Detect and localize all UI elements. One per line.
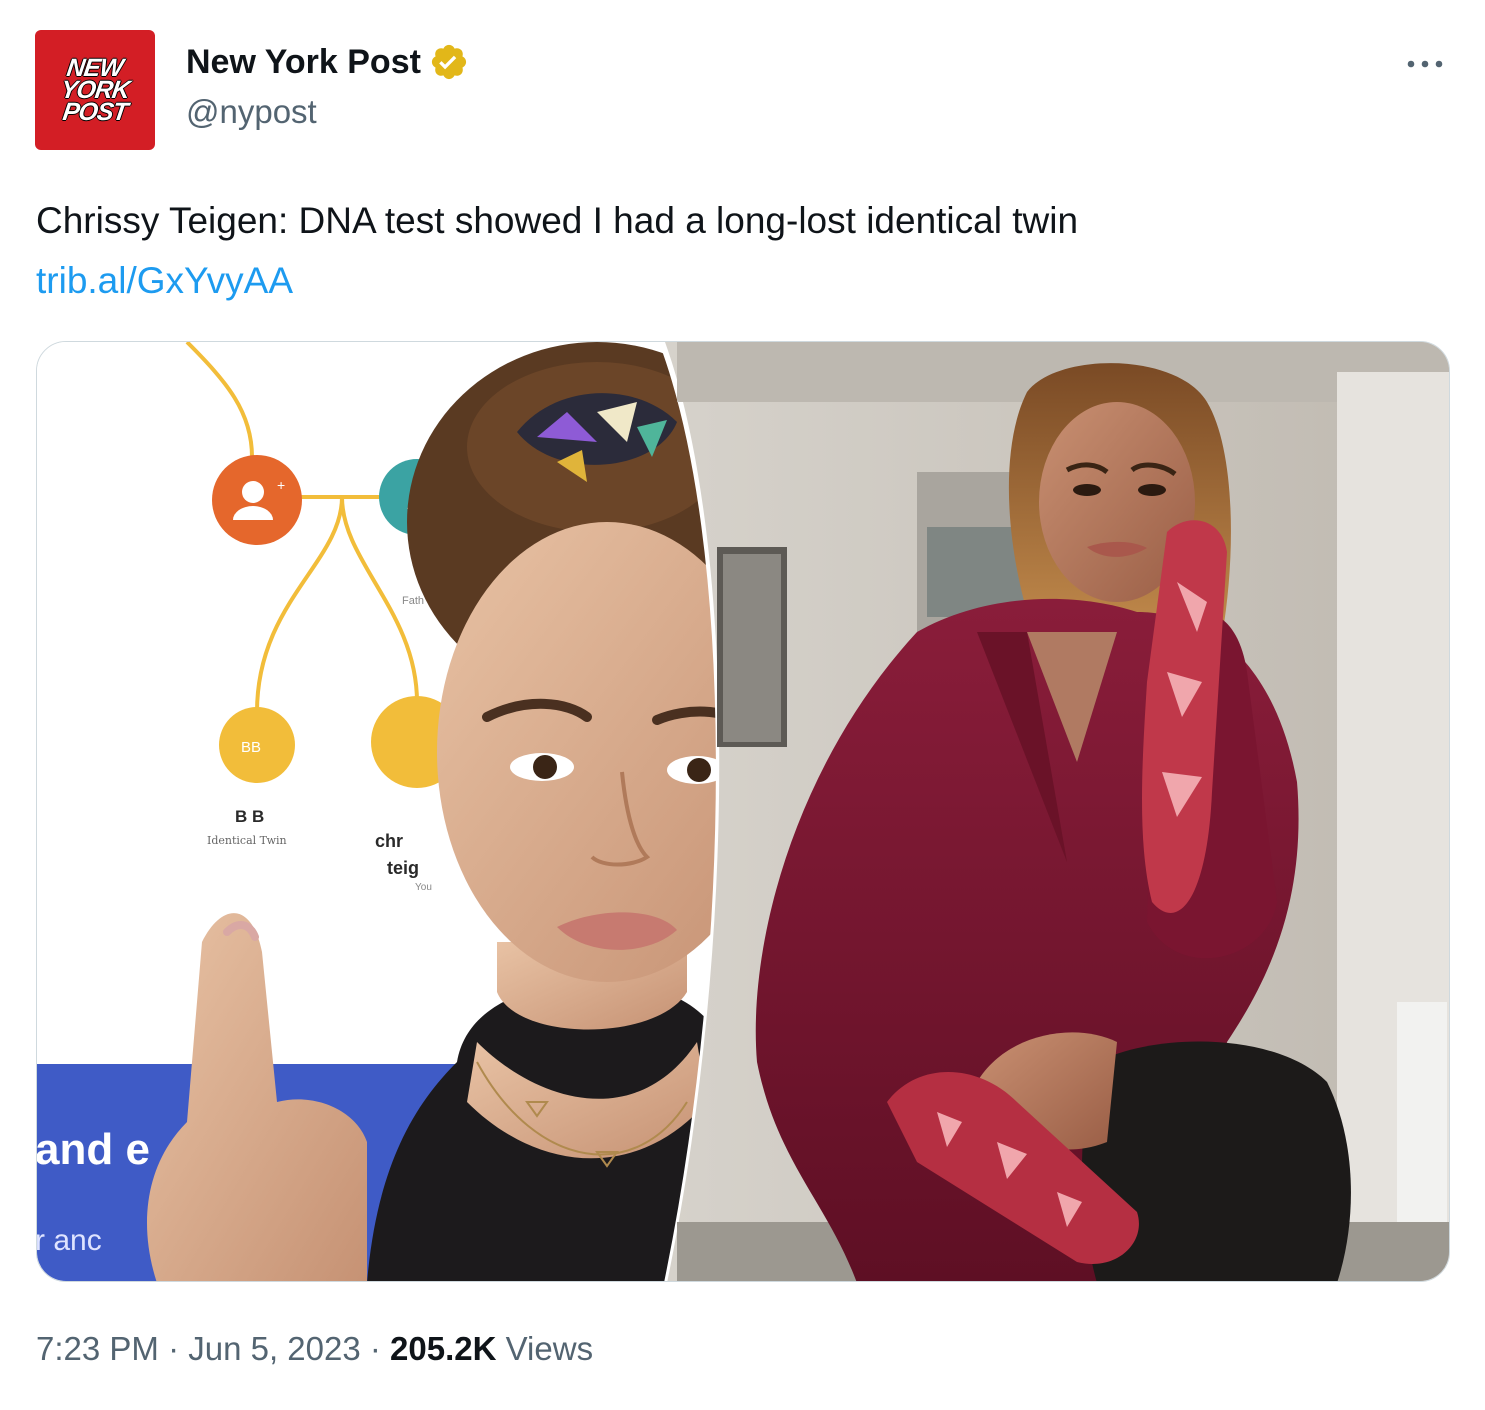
right-photo (665, 342, 1449, 1281)
svg-text:You: You (415, 882, 432, 893)
tweet-media[interactable]: + A Fath BB B B Identical Twin chr teig … (36, 341, 1450, 1282)
tweet-link[interactable]: trib.al/GxYvyAA (36, 258, 293, 304)
tweet-text: Chrissy Teigen: DNA test showed I had a … (36, 200, 1079, 241)
meta-separator: · (158, 1330, 189, 1367)
tweet-time[interactable]: 7:23 PM (36, 1330, 159, 1367)
svg-text:BB: BB (241, 739, 261, 756)
svg-text:r anc: r anc (37, 1224, 102, 1257)
views-count[interactable]: 205.2K (390, 1330, 496, 1367)
svg-text:Fath: Fath (402, 595, 424, 607)
tweet: NEW YORK POST New York Post @nypost Chri… (0, 0, 1485, 1410)
ellipsis-icon (1407, 60, 1443, 68)
tweet-date[interactable]: Jun 5, 2023 (188, 1330, 360, 1367)
media-image: + A Fath BB B B Identical Twin chr teig … (37, 342, 1449, 1281)
svg-text:teig: teig (387, 858, 419, 878)
left-photo: + A Fath BB B B Identical Twin chr teig … (37, 342, 787, 1281)
meta-separator: · (360, 1330, 391, 1367)
avatar-logo-line-3: POST (60, 98, 129, 126)
author-display-name[interactable]: New York Post (186, 40, 421, 84)
svg-text:chr: chr (375, 831, 403, 851)
svg-text:and e: and e (37, 1125, 150, 1174)
author-handle[interactable]: @nypost (186, 92, 317, 132)
views-label: Views (496, 1330, 594, 1367)
svg-text:B B: B B (235, 807, 264, 826)
verified-badge-icon[interactable] (429, 42, 469, 82)
svg-text:Identical Twin: Identical Twin (207, 834, 287, 847)
tweet-meta: 7:23 PM · Jun 5, 2023 · 205.2K Views (36, 1326, 593, 1372)
author-name-row: New York Post (186, 40, 469, 84)
author-avatar[interactable]: NEW YORK POST (35, 30, 155, 150)
more-options-button[interactable] (1400, 44, 1450, 84)
svg-text:+: + (277, 477, 285, 493)
